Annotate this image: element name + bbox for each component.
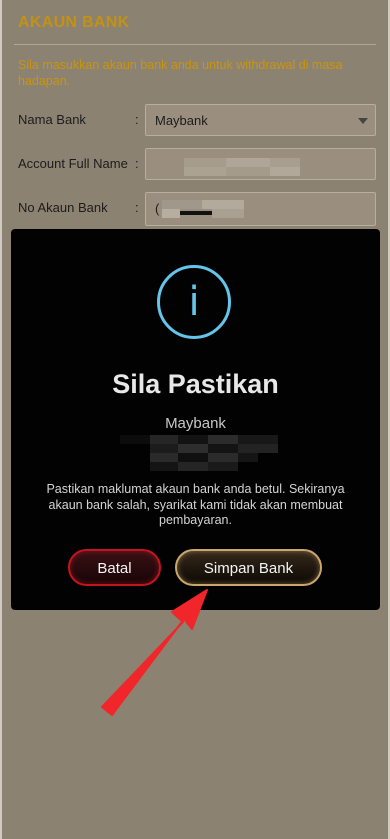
account-number-field[interactable]: ( bbox=[145, 192, 376, 226]
account-number-colon: : bbox=[135, 200, 139, 215]
account-number-label: No Akaun Bank bbox=[18, 200, 108, 215]
dialog-bank-name: Maybank bbox=[165, 415, 226, 432]
bank-name-colon: : bbox=[135, 112, 139, 127]
account-name-field[interactable] bbox=[145, 148, 376, 180]
confirm-bank-dialog: i Sila Pastikan Maybank Pastikan makluma… bbox=[11, 229, 380, 610]
bank-name-value: Maybank bbox=[155, 113, 208, 128]
account-name-label: Account Full Name bbox=[18, 156, 128, 171]
save-bank-button[interactable]: Simpan Bank bbox=[175, 549, 322, 586]
account-name-colon: : bbox=[135, 156, 139, 171]
page-title: AKAUN BANK bbox=[18, 14, 130, 31]
cancel-button[interactable]: Batal bbox=[68, 549, 161, 586]
intro-text: Sila masukkan akaun bank anda untuk with… bbox=[18, 58, 343, 88]
dialog-title: Sila Pastikan bbox=[112, 369, 279, 399]
chevron-down-icon bbox=[358, 118, 368, 124]
account-number-prefix: ( bbox=[155, 201, 160, 216]
dialog-message: Pastikan maklumat akaun bank anda betul.… bbox=[46, 482, 345, 527]
bank-name-label: Nama Bank bbox=[18, 112, 86, 127]
info-icon: i bbox=[157, 265, 231, 339]
bank-name-select[interactable]: Maybank bbox=[145, 104, 376, 136]
title-divider bbox=[14, 44, 376, 45]
